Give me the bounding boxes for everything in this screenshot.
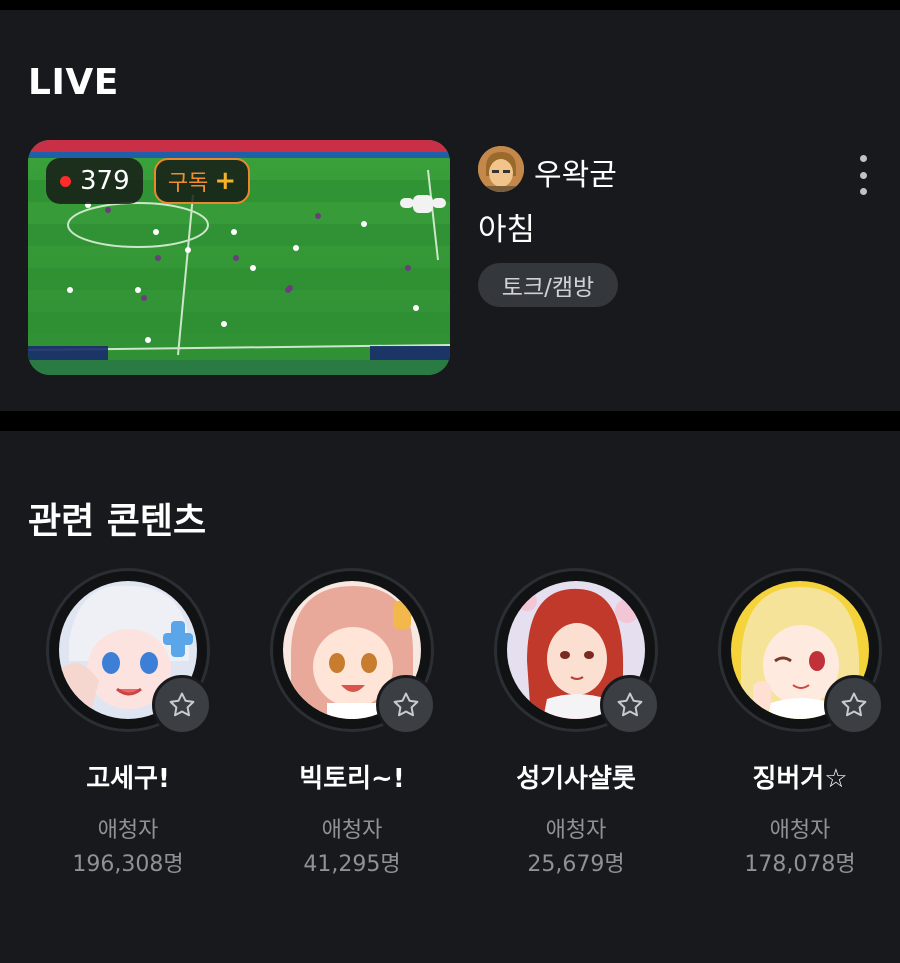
star-icon — [841, 692, 867, 717]
channel-card[interactable]: 고세구! 애청자 196,308명 — [28, 568, 228, 888]
category-chip[interactable]: 토크/캠방 — [478, 263, 618, 307]
star-icon — [393, 692, 419, 717]
channel-follower-label: 애청자 — [769, 818, 831, 843]
favorite-button[interactable] — [152, 675, 212, 735]
subscribe-label: 구독 — [167, 171, 209, 196]
channel-name: 성기사샬롯 — [516, 764, 636, 794]
live-dot-icon — [60, 175, 71, 187]
favorite-button[interactable] — [376, 675, 436, 735]
streamer-name[interactable]: 우왁굳 — [534, 150, 617, 194]
channel-card[interactable]: 징버거☆ 애청자 178,078명 — [700, 568, 900, 888]
viewer-count-badge: 379 — [46, 158, 143, 204]
related-section-title: 관련 콘텐츠 — [28, 501, 207, 542]
channel-follower-label: 애청자 — [545, 818, 607, 843]
live-thumbnail[interactable]: 379 구독 + — [28, 140, 450, 375]
channel-name: 빅토리~! — [299, 764, 405, 794]
subscribe-button[interactable]: 구독 + — [154, 158, 250, 204]
channel-follower-count: 178,078명 — [744, 852, 856, 877]
viewer-count: 379 — [80, 166, 130, 196]
channel-name: 고세구! — [86, 764, 170, 794]
live-section-title: LIVE — [28, 62, 119, 103]
star-icon — [169, 692, 195, 717]
channel-follower-label: 애청자 — [97, 818, 159, 843]
channel-follower-count: 196,308명 — [72, 852, 184, 877]
favorite-button[interactable] — [824, 675, 884, 735]
streamer-avatar[interactable] — [478, 146, 524, 192]
top-strip — [0, 0, 900, 10]
channel-follower-count: 25,679명 — [527, 852, 625, 877]
stream-title[interactable]: 아침 — [478, 204, 535, 249]
favorite-button[interactable] — [600, 675, 660, 735]
star-icon — [617, 692, 643, 717]
channel-card[interactable]: 성기사샬롯 애청자 25,679명 — [476, 568, 676, 888]
more-vertical-icon[interactable] — [850, 155, 876, 195]
plus-icon: + — [214, 166, 237, 196]
channel-name: 징버거☆ — [752, 764, 848, 794]
channel-follower-label: 애청자 — [321, 818, 383, 843]
channel-follower-count: 41,295명 — [303, 852, 401, 877]
channel-card[interactable]: 빅토리~! 애청자 41,295명 — [252, 568, 452, 888]
streamer-avatar-image — [478, 146, 524, 192]
